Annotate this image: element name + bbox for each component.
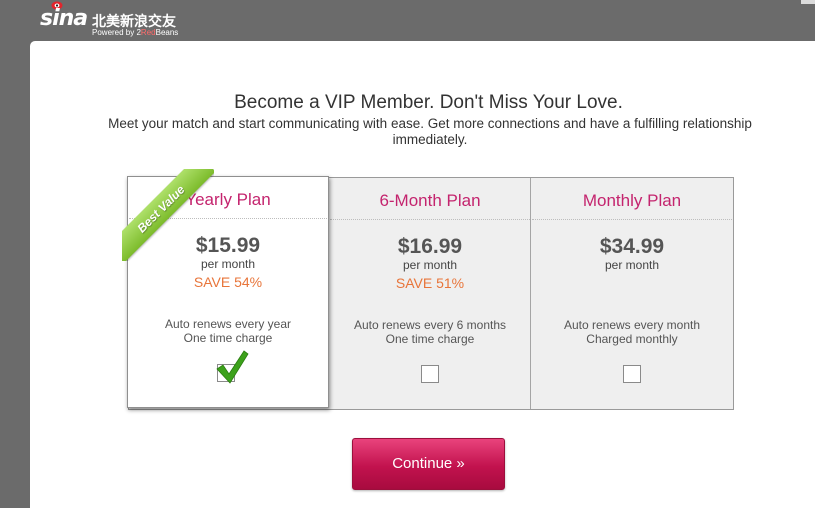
powered-prefix: Powered by 2 [92, 28, 141, 37]
plan-charge: Charged monthly [586, 332, 678, 346]
plan-name: 6-Month Plan [330, 178, 530, 220]
plan-yearly[interactable]: Yearly Plan $15.99 per month SAVE 54% Au… [122, 169, 329, 408]
page: sina 北美新浪交友 Powered by 2RedBeans Become … [0, 0, 815, 508]
plan-checkbox[interactable] [216, 350, 249, 384]
plan-price: $34.99 [599, 235, 665, 258]
sina-logo[interactable]: sina 北美新浪交友 Powered by 2RedBeans [40, 1, 200, 38]
page-title: Become a VIP Member. Don't Miss Your Lov… [234, 92, 623, 113]
plans-panel: Yearly Plan $15.99 per month SAVE 54% Au… [122, 169, 734, 410]
logo-powered-by: Powered by 2RedBeans [92, 28, 178, 37]
logo-brand: sina [40, 6, 88, 31]
powered-red: Red [140, 28, 156, 37]
plan-charge: One time charge [183, 331, 273, 345]
plan-name: Yearly Plan [129, 177, 327, 219]
plan-name: Monthly Plan [532, 178, 732, 220]
plan-price: $16.99 [397, 235, 463, 258]
plan-monthly[interactable]: Monthly Plan $34.99 per month Auto renew… [531, 178, 733, 409]
plan-savings [531, 275, 733, 291]
continue-button[interactable]: Continue » [352, 438, 505, 490]
plan-per-month: per month [200, 257, 256, 271]
plan-price: $15.99 [195, 234, 261, 257]
plan-renewal: Auto renews every month [563, 318, 701, 332]
powered-suffix: Beans [155, 28, 179, 37]
check-mark-icon [216, 350, 249, 384]
plan-checkbox[interactable] [623, 365, 641, 383]
vip-modal: Become a VIP Member. Don't Miss Your Lov… [30, 41, 815, 508]
plan-renewal: Auto renews every year [164, 317, 292, 331]
plan-renewal: Auto renews every 6 months [353, 318, 507, 332]
plan-savings: SAVE 54% [193, 274, 263, 290]
plan-charge: One time charge [385, 332, 475, 346]
plan-checkbox[interactable] [421, 365, 439, 383]
plan-per-month: per month [402, 258, 458, 272]
plan-per-month: per month [604, 258, 660, 272]
plan-savings: SAVE 51% [395, 275, 465, 291]
page-subtitle: Meet your match and start communicating … [108, 116, 752, 147]
plan-6-month[interactable]: 6-Month Plan $16.99 per month SAVE 51% A… [330, 178, 531, 409]
corner-element [801, 0, 815, 4]
